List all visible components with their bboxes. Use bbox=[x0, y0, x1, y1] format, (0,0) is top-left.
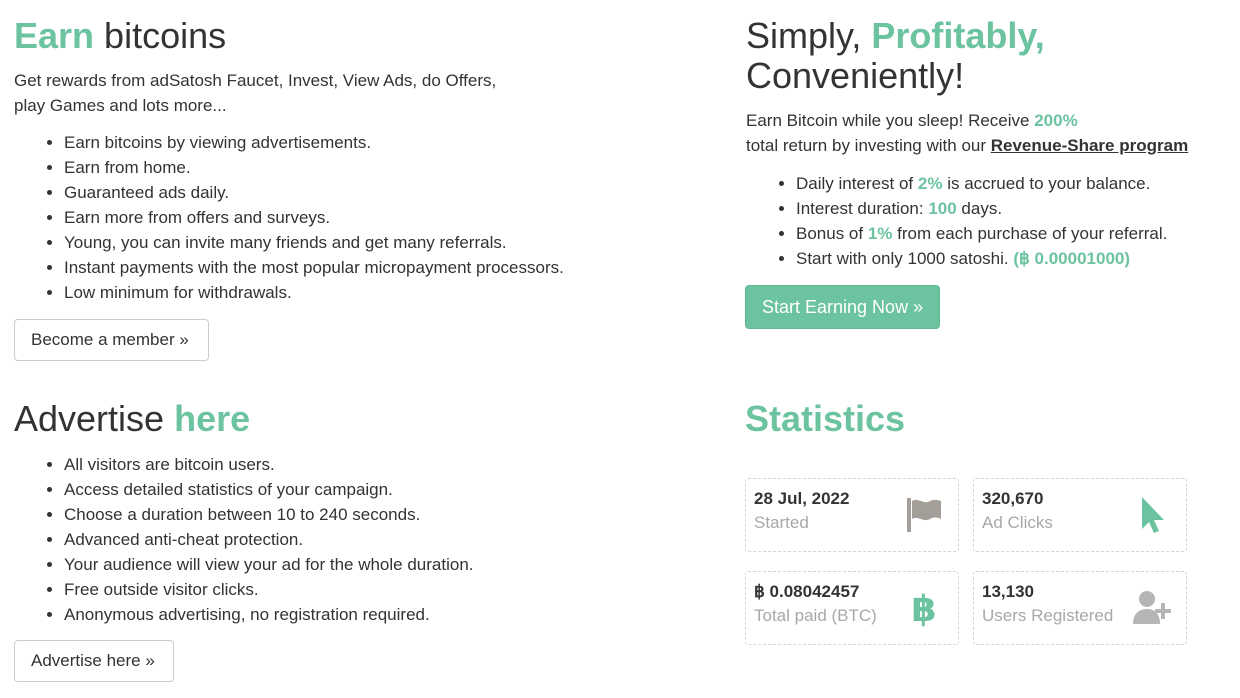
stat-label: Started bbox=[754, 513, 809, 532]
list-item: Advanced anti-cheat protection. bbox=[64, 527, 634, 552]
cursor-icon bbox=[1142, 497, 1164, 533]
stat-card-started: 28 Jul, 2022 Started bbox=[745, 478, 959, 552]
stat-label: Users Registered bbox=[982, 606, 1114, 625]
stat-card-total-paid: ฿ 0.08042457 Total paid (BTC) ฿ bbox=[745, 571, 959, 645]
list-item: All visitors are bitcoin users. bbox=[64, 452, 634, 477]
invest-intro: Earn Bitcoin while you sleep! Receive 20… bbox=[746, 111, 1189, 155]
invest-feature-list: Daily interest of 2% is accrued to your … bbox=[746, 171, 1226, 271]
stat-value: 13,130 bbox=[982, 582, 1034, 601]
become-member-button[interactable]: Become a member » bbox=[14, 319, 209, 361]
earn-section: Earn bitcoins Get rewards from adSatosh … bbox=[14, 16, 634, 305]
stat-value: 28 Jul, 2022 bbox=[754, 489, 850, 508]
list-item: Start with only 1000 satoshi. (฿ 0.00001… bbox=[796, 246, 1226, 271]
invest-section: Simply, Profitably, Conveniently! Earn Bi… bbox=[746, 16, 1226, 271]
list-item: Guaranteed ads daily. bbox=[64, 180, 634, 205]
list-item: Low minimum for withdrawals. bbox=[64, 280, 634, 305]
advertise-feature-list: All visitors are bitcoin users. Access d… bbox=[14, 452, 634, 627]
stat-card-users: 13,130 Users Registered bbox=[973, 571, 1187, 645]
stat-label: Total paid (BTC) bbox=[754, 606, 877, 625]
flag-icon bbox=[907, 498, 941, 532]
earn-feature-list: Earn bitcoins by viewing advertisements.… bbox=[14, 130, 634, 305]
revenue-share-link[interactable]: Revenue-Share program bbox=[991, 136, 1188, 155]
stat-value: ฿ 0.08042457 bbox=[754, 582, 860, 601]
stat-value: 320,670 bbox=[982, 489, 1044, 508]
list-item: Young, you can invite many friends and g… bbox=[64, 230, 634, 255]
earn-heading: Earn bitcoins bbox=[14, 15, 227, 56]
svg-text:฿: ฿ bbox=[911, 589, 936, 628]
start-earning-button[interactable]: Start Earning Now » bbox=[745, 285, 941, 329]
advertise-section: Advertise here All visitors are bitcoin … bbox=[14, 399, 634, 627]
advertise-here-button[interactable]: Advertise here » bbox=[14, 640, 174, 682]
statistics-heading: Statistics bbox=[745, 398, 906, 439]
list-item: Instant payments with the most popular m… bbox=[64, 255, 634, 280]
list-item: Earn bitcoins by viewing advertisements. bbox=[64, 130, 634, 155]
list-item: Anonymous advertising, no registration r… bbox=[64, 602, 634, 627]
list-item: Daily interest of 2% is accrued to your … bbox=[796, 171, 1226, 196]
list-item: Interest duration: 100 days. bbox=[796, 196, 1226, 221]
list-item: Earn more from offers and surveys. bbox=[64, 205, 634, 230]
advertise-heading: Advertise here bbox=[14, 398, 251, 439]
bitcoin-icon: ฿ bbox=[911, 589, 936, 628]
list-item: Access detailed statistics of your campa… bbox=[64, 477, 634, 502]
list-item: Choose a duration between 10 to 240 seco… bbox=[64, 502, 634, 527]
earn-intro: Get rewards from adSatosh Faucet, Invest… bbox=[14, 71, 497, 115]
list-item: Earn from home. bbox=[64, 155, 634, 180]
list-item: Your audience will view your ad for the … bbox=[64, 552, 634, 577]
invest-heading: Simply, Profitably, Conveniently! bbox=[746, 15, 1045, 96]
list-item: Bonus of 1% from each purchase of your r… bbox=[796, 221, 1226, 246]
user-plus-icon bbox=[1133, 591, 1171, 624]
stat-label: Ad Clicks bbox=[982, 513, 1053, 532]
list-item: Free outside visitor clicks. bbox=[64, 577, 634, 602]
stat-card-ad-clicks: 320,670 Ad Clicks bbox=[973, 478, 1187, 552]
